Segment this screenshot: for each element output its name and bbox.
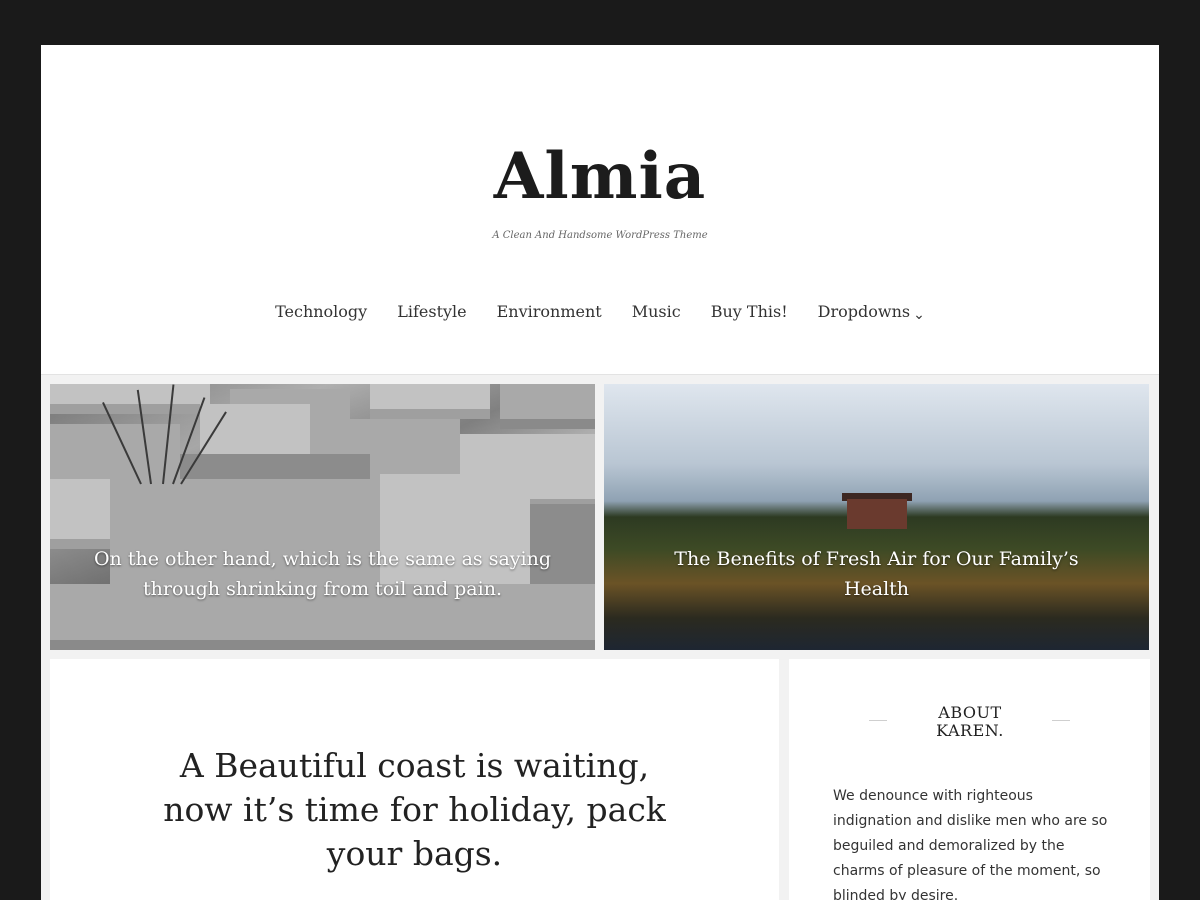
nav-item-dropdowns[interactable]: Dropdowns ⌄ xyxy=(817,302,925,323)
site-header: Almia A Clean And Handsome WordPress The… xyxy=(41,45,1159,375)
nav-item-buy-this[interactable]: Buy This! xyxy=(711,302,788,321)
nav-item-lifestyle[interactable]: Lifestyle xyxy=(397,302,466,321)
featured-post-title[interactable]: The Benefits of Fresh Air for Our Family… xyxy=(644,544,1109,604)
divider xyxy=(1052,720,1070,721)
main-navigation: Technology Lifestyle Environment Music B… xyxy=(41,302,1159,323)
widget-title: ABOUT KAREN. xyxy=(936,703,1004,740)
nav-item-dropdowns-label: Dropdowns xyxy=(817,302,911,321)
featured-post-memorial[interactable]: On the other hand, which is the same as … xyxy=(50,384,595,650)
nav-item-music[interactable]: Music xyxy=(632,302,681,321)
photo-block xyxy=(370,384,490,419)
widget-text: We denounce with righteous indignation a… xyxy=(833,788,1108,900)
site-tagline: A Clean And Handsome WordPress Theme xyxy=(492,230,708,241)
photo-block xyxy=(500,384,595,429)
featured-post-title[interactable]: On the other hand, which is the same as … xyxy=(90,544,555,604)
post-title[interactable]: A Beautiful coast is waiting, now it’s t… xyxy=(150,744,679,876)
house-photo-element xyxy=(847,499,907,529)
nav-item-environment[interactable]: Environment xyxy=(497,302,602,321)
divider xyxy=(869,720,887,721)
page-container: Almia A Clean And Handsome WordPress The… xyxy=(41,45,1159,900)
nav-item-technology[interactable]: Technology xyxy=(275,302,367,321)
chevron-down-icon[interactable]: ⌄ xyxy=(913,307,925,323)
sidebar-widget-about: ABOUT KAREN. We denounce with righteous … xyxy=(789,659,1150,900)
post-card: A Beautiful coast is waiting, now it’s t… xyxy=(50,659,779,900)
featured-post-fresh-air[interactable]: The Benefits of Fresh Air for Our Family… xyxy=(604,384,1149,650)
widget-header: ABOUT KAREN. xyxy=(789,704,1150,744)
site-title[interactable]: Almia xyxy=(41,137,1159,217)
photo-block xyxy=(50,384,210,414)
